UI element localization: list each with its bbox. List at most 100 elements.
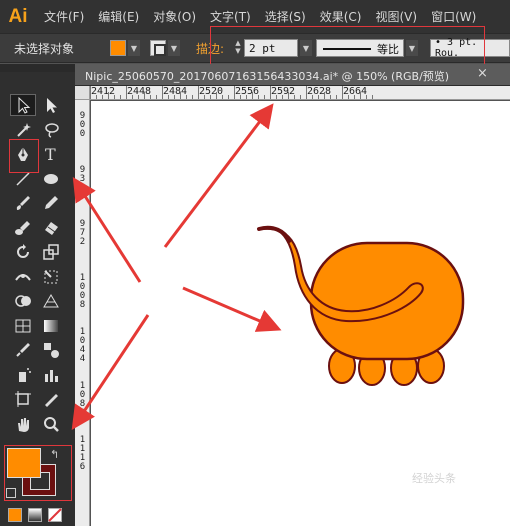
brush-select[interactable]: • 3 pt. Rou. — [430, 37, 510, 59]
ruler-tick — [132, 95, 133, 99]
ruler-tick — [300, 95, 301, 99]
control-bar: 未选择对象 ▼ ▼ 描边: ▲ ▼ 2 pt ▼ 等比 ▼ • 3 pt. Rou… — [0, 33, 510, 63]
svg-text:T: T — [45, 145, 56, 163]
menu-window[interactable]: 窗口(W) — [431, 8, 476, 25]
ruler-tick — [210, 95, 211, 99]
ruler-tick — [276, 95, 277, 99]
rotate-tool[interactable] — [10, 241, 36, 263]
blob-brush-tool[interactable] — [10, 217, 36, 239]
horizontal-ruler[interactable]: 2412 2448 2484 2520 2556 2592 2628 2664 — [90, 86, 510, 100]
ellipse-tool[interactable] — [38, 168, 64, 190]
menu-object[interactable]: 对象(O) — [153, 8, 196, 25]
ruler-tick — [156, 95, 157, 99]
paintbrush-icon — [16, 196, 30, 210]
profile-select[interactable]: 等比 — [316, 39, 404, 57]
gradient-mode-button[interactable] — [28, 508, 42, 522]
ruler-label: 1080 — [79, 381, 86, 418]
paintbrush-tool[interactable] — [10, 192, 36, 214]
gradient-tool[interactable] — [38, 315, 64, 337]
app-logo: Ai — [8, 5, 28, 27]
type-tool[interactable]: T — [38, 143, 64, 165]
vertical-ruler[interactable]: 900 936 972 1008 1044 1080 1116 — [75, 100, 90, 526]
menu-view[interactable]: 视图(V) — [375, 8, 417, 25]
gradient-icon — [44, 319, 58, 332]
symbol-sprayer-tool[interactable] — [10, 364, 36, 386]
close-icon[interactable]: × — [477, 66, 488, 81]
slice-tool[interactable] — [38, 388, 64, 410]
stroke-color-control[interactable]: ▼ — [150, 34, 180, 62]
artboard-tool[interactable] — [10, 388, 36, 410]
blend-tool[interactable] — [38, 339, 64, 361]
menu-edit[interactable]: 编辑(E) — [98, 8, 139, 25]
stroke-label[interactable]: 描边: — [196, 34, 224, 62]
chevron-down-icon[interactable]: ▼ — [300, 40, 312, 56]
fill-color-box[interactable] — [7, 448, 41, 478]
chevron-down-icon[interactable]: ▼ — [406, 40, 418, 56]
ruler-tick — [258, 95, 259, 99]
ruler-tick — [90, 86, 91, 99]
eyedropper-tool[interactable] — [10, 339, 36, 361]
stroke-swatch[interactable] — [150, 40, 166, 56]
ruler-tick — [252, 92, 253, 99]
menu-select[interactable]: 选择(S) — [265, 8, 306, 25]
ruler-tick — [342, 86, 343, 99]
spinner-icon[interactable]: ▲ ▼ — [232, 39, 244, 57]
eraser-icon — [45, 221, 58, 235]
panel-grip[interactable] — [0, 64, 75, 72]
chevron-down-icon[interactable]: ▼ — [128, 40, 140, 56]
zoom-tool[interactable] — [38, 413, 64, 435]
artwork[interactable] — [91, 101, 510, 526]
stroke-weight-input[interactable]: 2 pt — [244, 39, 298, 57]
ruler-tick — [282, 95, 283, 99]
width-tool[interactable] — [10, 266, 36, 288]
scale-icon — [43, 244, 59, 260]
ruler-tick — [180, 92, 181, 99]
menu-type[interactable]: 文字(T) — [210, 8, 251, 25]
color-mode-button[interactable] — [8, 508, 22, 522]
magic-wand-tool[interactable] — [10, 119, 36, 141]
variable-width-profile[interactable]: 等比 ▼ — [316, 34, 418, 62]
zoom-icon — [44, 416, 59, 432]
ruler-tick — [270, 86, 271, 99]
lasso-tool[interactable] — [38, 119, 64, 141]
brush-definition[interactable]: • 3 pt. Rou. — [430, 34, 510, 62]
selection-tool[interactable] — [10, 94, 36, 116]
ruler-label: 2556 — [235, 86, 260, 97]
artboard-canvas[interactable] — [91, 101, 510, 526]
column-graph-tool[interactable] — [38, 364, 64, 386]
ruler-tick — [168, 95, 169, 99]
fill-swatch[interactable] — [110, 40, 126, 56]
chevron-down-icon[interactable]: ▼ — [168, 40, 180, 56]
perspective-grid-tool[interactable] — [38, 290, 64, 312]
eraser-tool[interactable] — [38, 217, 64, 239]
stroke-weight-field[interactable]: ▲ ▼ 2 pt ▼ — [232, 34, 312, 62]
selection-status: 未选择对象 — [14, 41, 75, 56]
menu-items: 文件(F) 编辑(E) 对象(O) 文字(T) 选择(S) 效果(C) 视图(V… — [44, 8, 476, 25]
ruler-label: 2484 — [163, 86, 188, 97]
shape-builder-icon — [15, 295, 31, 307]
mesh-tool[interactable] — [10, 315, 36, 337]
menu-file[interactable]: 文件(F) — [44, 8, 84, 25]
free-transform-tool[interactable] — [38, 266, 64, 288]
ruler-label: 2592 — [271, 86, 296, 97]
ruler-tick — [240, 95, 241, 99]
document-tab[interactable]: Nipic_25060570_20170607163156433034.ai* … — [75, 64, 510, 86]
ruler-origin[interactable] — [75, 86, 90, 100]
ruler-label: 1116 — [79, 435, 86, 472]
shape-builder-tool[interactable] — [10, 290, 36, 312]
ruler-label: 2664 — [343, 86, 368, 97]
hand-tool[interactable] — [10, 413, 36, 435]
ruler-tick — [336, 95, 337, 99]
ruler-tick — [354, 95, 355, 99]
menu-bar: Ai 文件(F) 编辑(E) 对象(O) 文字(T) 选择(S) 效果(C) 视… — [0, 0, 510, 33]
blob-brush-icon — [15, 220, 30, 235]
fill-color-control[interactable]: ▼ — [110, 34, 140, 62]
pencil-tool[interactable] — [38, 192, 64, 214]
ruler-tick — [234, 86, 235, 99]
menu-effect[interactable]: 效果(C) — [320, 8, 362, 25]
blend-icon — [44, 343, 59, 358]
direct-selection-tool[interactable] — [38, 94, 64, 116]
ruler-label: 972 — [79, 219, 86, 247]
scale-tool[interactable] — [38, 241, 64, 263]
none-mode-button[interactable] — [48, 508, 62, 522]
